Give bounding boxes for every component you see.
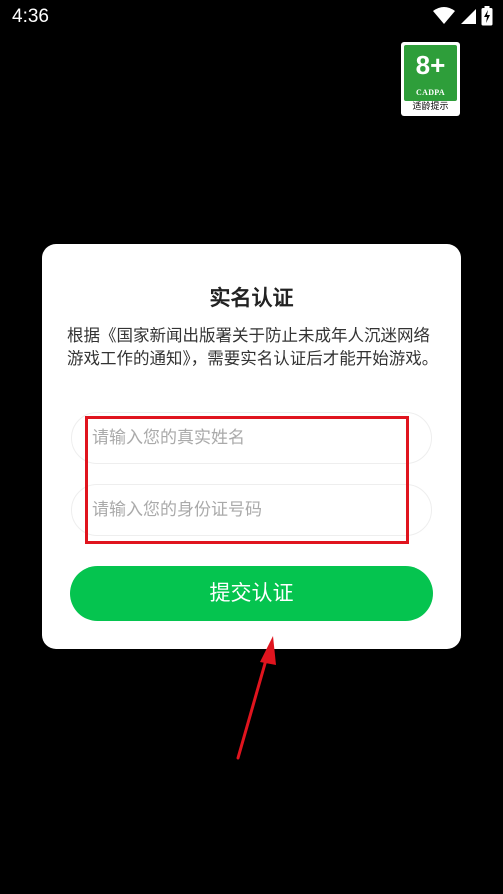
real-name-dialog: 实名认证 根据《国家新闻出版署关于防止未成年人沉迷网络游戏工作的通知》，需要实名…: [42, 244, 461, 649]
age-rating-badge[interactable]: 8+ CADPA 适龄提示: [401, 42, 460, 116]
name-field[interactable]: [71, 412, 432, 464]
age-badge-panel: 8+ CADPA: [404, 45, 457, 101]
wifi-icon: [433, 7, 455, 29]
id-field[interactable]: [71, 484, 432, 536]
age-rating: 8+: [415, 50, 446, 80]
dialog-description: 根据《国家新闻出版署关于防止未成年人沉迷网络游戏工作的通知》，需要实名认证后才能…: [67, 326, 439, 368]
submit-button[interactable]: 提交认证: [70, 566, 433, 621]
status-icons: [433, 6, 493, 30]
battery-charging-icon: [481, 6, 493, 30]
screen: 4:36 8+ CADPA 适龄提示 实名认证 根据《国家新闻出版署关于防止未成…: [0, 0, 503, 894]
status-bar: 4:36: [0, 0, 503, 34]
name-input[interactable]: [92, 413, 412, 463]
dialog-title: 实名认证: [209, 286, 294, 310]
age-org: CADPA: [416, 88, 445, 97]
signal-icon: [459, 7, 477, 29]
age-caption: 适龄提示: [412, 102, 449, 112]
id-number-input[interactable]: [92, 485, 412, 535]
status-time: 4:36: [12, 6, 49, 27]
